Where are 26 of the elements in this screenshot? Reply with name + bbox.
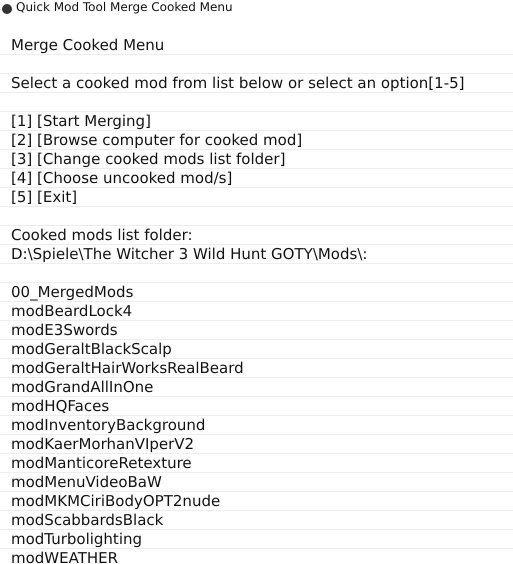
menu-heading: Merge Cooked Menu: [11, 36, 164, 54]
mod-name: modE3Swords: [11, 321, 118, 339]
mod-name: modGrandAllInOne: [11, 378, 154, 396]
mod-name: modScabbardsBlack: [11, 511, 164, 529]
mod-name: modTurbolighting: [11, 530, 142, 548]
mod-name: modInventoryBackground: [11, 416, 206, 434]
mod-name: modGeraltHairWorksRealBeard: [11, 359, 244, 377]
mod-name: modMenuVideoBaW: [11, 473, 162, 491]
menu-option: [4] [Choose uncooked mod/s]: [11, 169, 232, 187]
mod-name: modWEATHER: [11, 549, 118, 564]
menu-option: [2] [Browse computer for cooked mod]: [11, 131, 302, 149]
prompt-text: Select a cooked mod from list below or select an option[1-5]: [11, 74, 465, 92]
menu-option: [1] [Start Merging]: [11, 112, 151, 130]
folder-path: D:\Spiele\The Witcher 3 Wild Hunt GOTY\Mods\:: [11, 245, 368, 263]
menu-option: [5] [Exit]: [11, 188, 78, 206]
window-title: Quick Mod Tool Merge Cooked Menu: [16, 1, 233, 14]
mod-name: modKaerMorhanVIperV2: [11, 435, 194, 453]
mod-name: modBeardLock4: [11, 302, 132, 320]
mod-name: modHQFaces: [11, 397, 110, 415]
mod-name: modGeraltBlackScalp: [11, 340, 172, 358]
mod-name: modManticoreRetexture: [11, 454, 192, 472]
mod-name: 00_MergedMods: [11, 283, 134, 301]
folder-label: Cooked mods list folder:: [11, 226, 193, 244]
app-icon: [2, 4, 12, 14]
menu-option: [3] [Change cooked mods list folder]: [11, 150, 286, 168]
mod-name: modMKMCiriBodyOPT2nude: [11, 492, 220, 510]
